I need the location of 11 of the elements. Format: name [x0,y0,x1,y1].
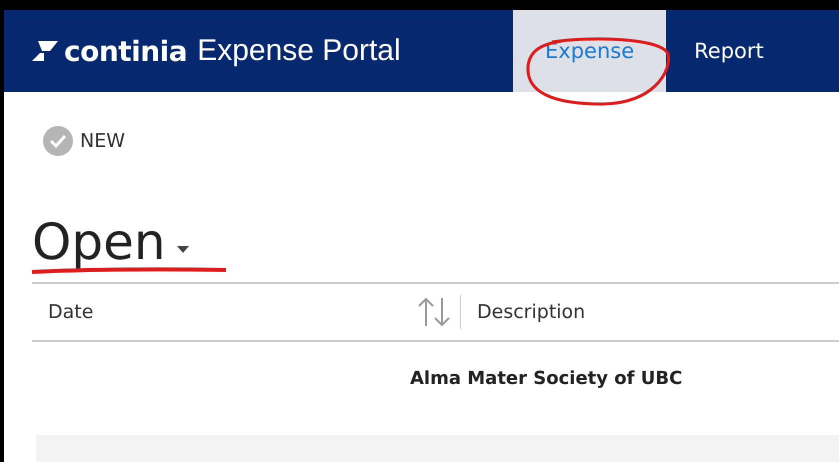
column-header[interactable]: Date [48,301,416,323]
logo-icon [30,41,58,61]
nav-tab[interactable]: Report [666,10,792,92]
brand-name: continia [64,34,188,68]
checkmark-icon [42,125,74,157]
view-title: Open [32,214,166,270]
caret-icon[interactable] [176,244,190,254]
product-name: Expense Portal [197,34,401,68]
column-header[interactable]: Description [477,301,586,323]
new-button[interactable]: NEW [42,125,126,157]
group-label: Alma Mater Society of UBC [409,367,684,389]
